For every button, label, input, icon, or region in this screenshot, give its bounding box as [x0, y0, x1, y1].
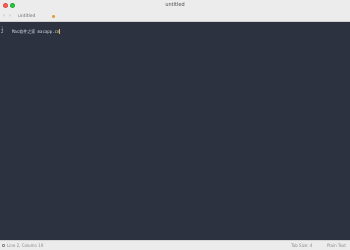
modified-dot-icon[interactable] [52, 14, 55, 18]
chevron-left-icon[interactable]: ‹ [3, 12, 5, 21]
syntax-selector[interactable]: Plain Text [327, 242, 346, 250]
text-cursor [59, 29, 61, 34]
panel-icon[interactable] [2, 244, 5, 247]
tab-label: untitled [18, 14, 36, 19]
tab-size-selector[interactable]: Tab Size: 4 [291, 242, 312, 250]
line-text[interactable]: Mac软件之家 macapp.cn [12, 29, 61, 34]
tab-bar: ‹ › untitled [0, 11, 350, 22]
chevron-right-icon[interactable]: › [9, 12, 11, 21]
text-editor[interactable]: 1 2 Mac软件之家 macapp.cn [0, 22, 350, 240]
cursor-position: Line 2, Column 19 [7, 243, 44, 248]
editor-line-active[interactable]: 2 Mac软件之家 macapp.cn [0, 29, 350, 34]
status-bar: Line 2, Column 19 Tab Size: 4 Plain Text [0, 240, 350, 250]
line-text-content: Mac软件之家 macapp.cn [12, 29, 60, 34]
line-number: 2 [1, 29, 4, 34]
window-title: untitled [165, 2, 185, 8]
editor-window: untitled ‹ › untitled 1 2 Mac软件之家 macapp… [0, 0, 350, 250]
tab-untitled[interactable]: untitled [14, 11, 55, 21]
title-bar: untitled [0, 0, 350, 11]
